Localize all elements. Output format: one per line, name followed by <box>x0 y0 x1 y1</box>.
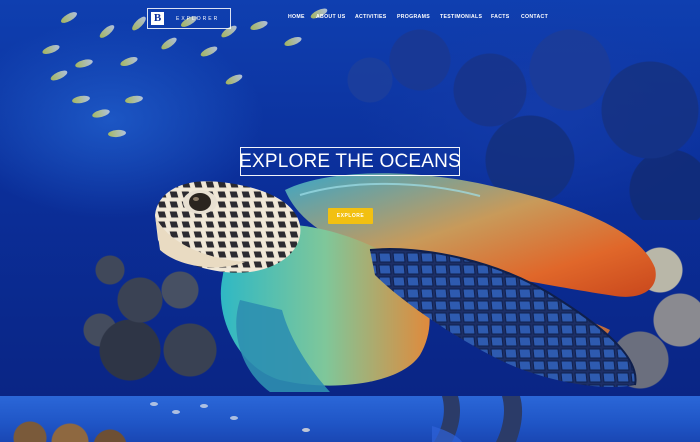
landing-page: B EXPLORER HOME ABOUT US ACTIVITIES PROG… <box>0 0 700 442</box>
main-nav: HOME ABOUT US ACTIVITIES PROGRAMS TESTIM… <box>0 14 700 24</box>
hero-headline: EXPLORE THE OCEANS <box>239 150 461 172</box>
nav-about-us[interactable]: ABOUT US <box>316 14 346 20</box>
nav-contact[interactable]: CONTACT <box>521 14 548 20</box>
nav-activities[interactable]: ACTIVITIES <box>355 14 387 20</box>
nav-home[interactable]: HOME <box>288 14 305 20</box>
hero-headline-box: EXPLORE THE OCEANS <box>239 147 461 176</box>
diver-image <box>432 396 523 442</box>
nav-testimonials[interactable]: TESTIMONIALS <box>440 14 482 20</box>
nav-programs[interactable]: PROGRAMS <box>397 14 430 20</box>
strip-coral <box>0 412 150 442</box>
sea-turtle-image <box>155 173 656 392</box>
explore-button[interactable]: EXPLORE <box>328 208 373 224</box>
nav-facts[interactable]: FACTS <box>491 14 510 20</box>
